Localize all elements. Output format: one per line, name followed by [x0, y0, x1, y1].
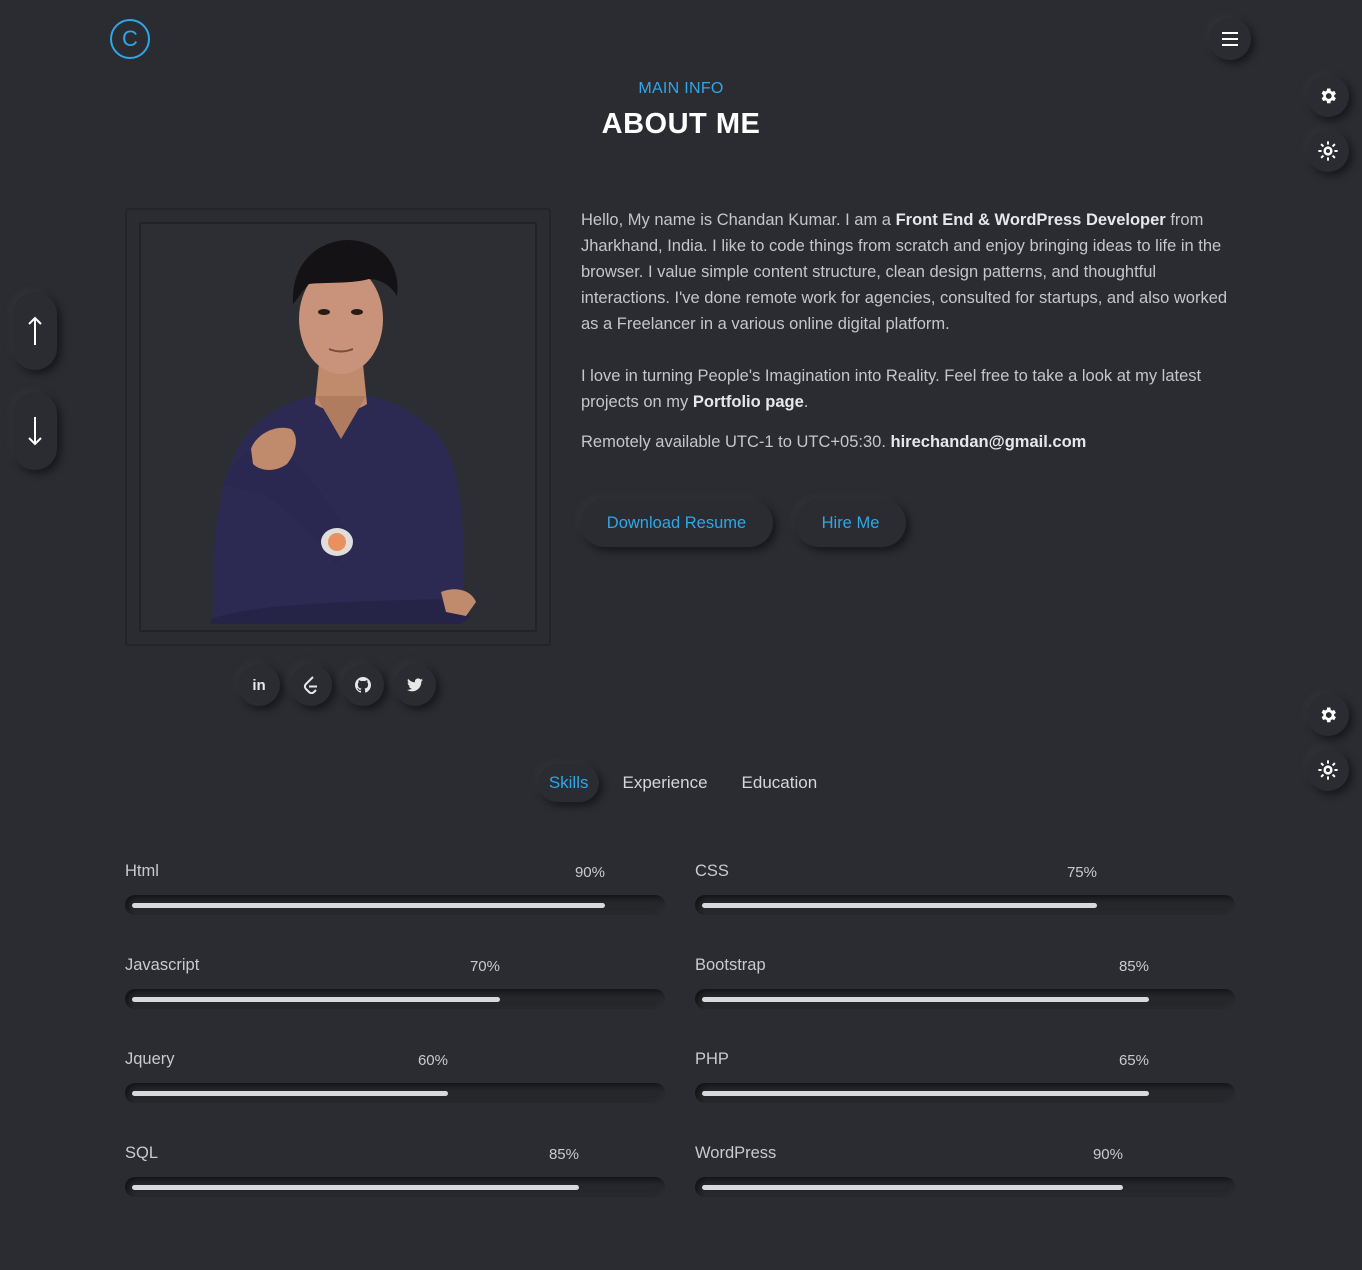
skill-name: Javascript: [125, 956, 200, 974]
tab-skills[interactable]: Skills: [537, 764, 600, 802]
skill-progress-bar: [695, 895, 1235, 915]
tab-education[interactable]: Education: [731, 764, 829, 802]
skill-name: Jquery: [125, 1050, 175, 1068]
skill-progress-fill: [132, 997, 500, 1002]
leetcode-icon: [303, 676, 317, 694]
codepen-link[interactable]: [290, 664, 332, 706]
hire-me-button[interactable]: Hire Me: [795, 499, 906, 547]
skill-item: Html 90%: [125, 858, 665, 952]
skill-name: Bootstrap: [695, 956, 766, 974]
skill-progress-bar: [125, 1177, 665, 1197]
skill-name: Html: [125, 862, 159, 880]
skill-item: WordPress 90%: [695, 1140, 1235, 1234]
about-description: Hello, My name is Chandan Kumar. I am a …: [581, 207, 1241, 481]
skill-name: WordPress: [695, 1144, 777, 1162]
download-resume-button[interactable]: Download Resume: [580, 499, 773, 547]
tab-experience[interactable]: Experience: [611, 764, 718, 802]
skill-progress-fill: [132, 1091, 448, 1096]
linkedin-icon: in: [252, 676, 266, 694]
skill-progress-fill: [132, 1185, 579, 1190]
person-illustration: [211, 240, 476, 624]
linkedin-link[interactable]: in: [238, 664, 280, 706]
skill-progress-fill: [702, 1091, 1149, 1096]
skill-percent: 60%: [417, 1052, 448, 1069]
github-link[interactable]: [342, 664, 384, 706]
site-logo[interactable]: C: [110, 19, 150, 59]
info-tabs: Skills Experience Education: [0, 764, 1362, 802]
skill-progress-bar: [695, 989, 1235, 1009]
portfolio-link[interactable]: Portfolio page: [693, 393, 804, 411]
skills-grid: Html 90% CSS 75% Javascript 70% Bootstra…: [125, 858, 1235, 1234]
skill-percent: 90%: [1092, 1146, 1123, 1163]
skill-percent: 70%: [469, 958, 500, 975]
twitter-icon: [407, 678, 423, 692]
availability-line: Remotely available UTC-1 to UTC+05:30. h…: [581, 433, 1087, 451]
scroll-down-button[interactable]: [13, 392, 57, 470]
email-link[interactable]: hirechandan@gmail.com: [891, 433, 1087, 451]
skill-item: Jquery 60%: [125, 1046, 665, 1140]
about-paragraph-2: I love in turning People's Imagination i…: [581, 367, 1202, 411]
skill-percent: 85%: [1118, 958, 1149, 975]
hamburger-icon: [1222, 32, 1238, 34]
social-links: in: [238, 664, 436, 706]
section-subtitle: MAIN INFO: [638, 80, 724, 97]
sun-icon: [1318, 141, 1338, 161]
github-icon: [355, 677, 371, 693]
skill-name: PHP: [695, 1050, 729, 1068]
gear-icon: [1321, 707, 1336, 723]
section-title: ABOUT ME: [601, 108, 761, 140]
skill-item: PHP 65%: [695, 1046, 1235, 1140]
skill-item: CSS 75%: [695, 858, 1235, 952]
skill-progress-fill: [702, 997, 1149, 1002]
skill-progress-bar: [125, 989, 665, 1009]
skill-progress-bar: [125, 1083, 665, 1103]
skill-percent: 90%: [574, 864, 605, 881]
skill-item: Javascript 70%: [125, 952, 665, 1046]
about-paragraph-1: Hello, My name is Chandan Kumar. I am a …: [581, 211, 1228, 333]
skill-item: Bootstrap 85%: [695, 952, 1235, 1046]
twitter-link[interactable]: [394, 664, 436, 706]
skill-name: SQL: [125, 1144, 159, 1162]
skill-progress-fill: [702, 903, 1097, 908]
arrow-up-icon: [28, 316, 42, 345]
skill-percent: 85%: [548, 1146, 579, 1163]
skill-progress-fill: [132, 903, 605, 908]
arrow-down-icon: [28, 417, 42, 446]
skill-progress-fill: [702, 1185, 1123, 1190]
skill-progress-bar: [695, 1083, 1235, 1103]
skill-name: CSS: [695, 862, 729, 880]
profile-photo: [139, 222, 537, 632]
skill-progress-bar: [125, 895, 665, 915]
profile-photo-frame: [125, 208, 551, 646]
skill-item: SQL 85%: [125, 1140, 665, 1234]
skill-percent: 65%: [1118, 1052, 1149, 1069]
skill-progress-bar: [695, 1177, 1235, 1197]
settings-button-bottom[interactable]: [1307, 694, 1349, 736]
menu-button[interactable]: [1209, 18, 1251, 60]
skill-percent: 75%: [1066, 864, 1097, 881]
scroll-up-button[interactable]: [13, 292, 57, 370]
